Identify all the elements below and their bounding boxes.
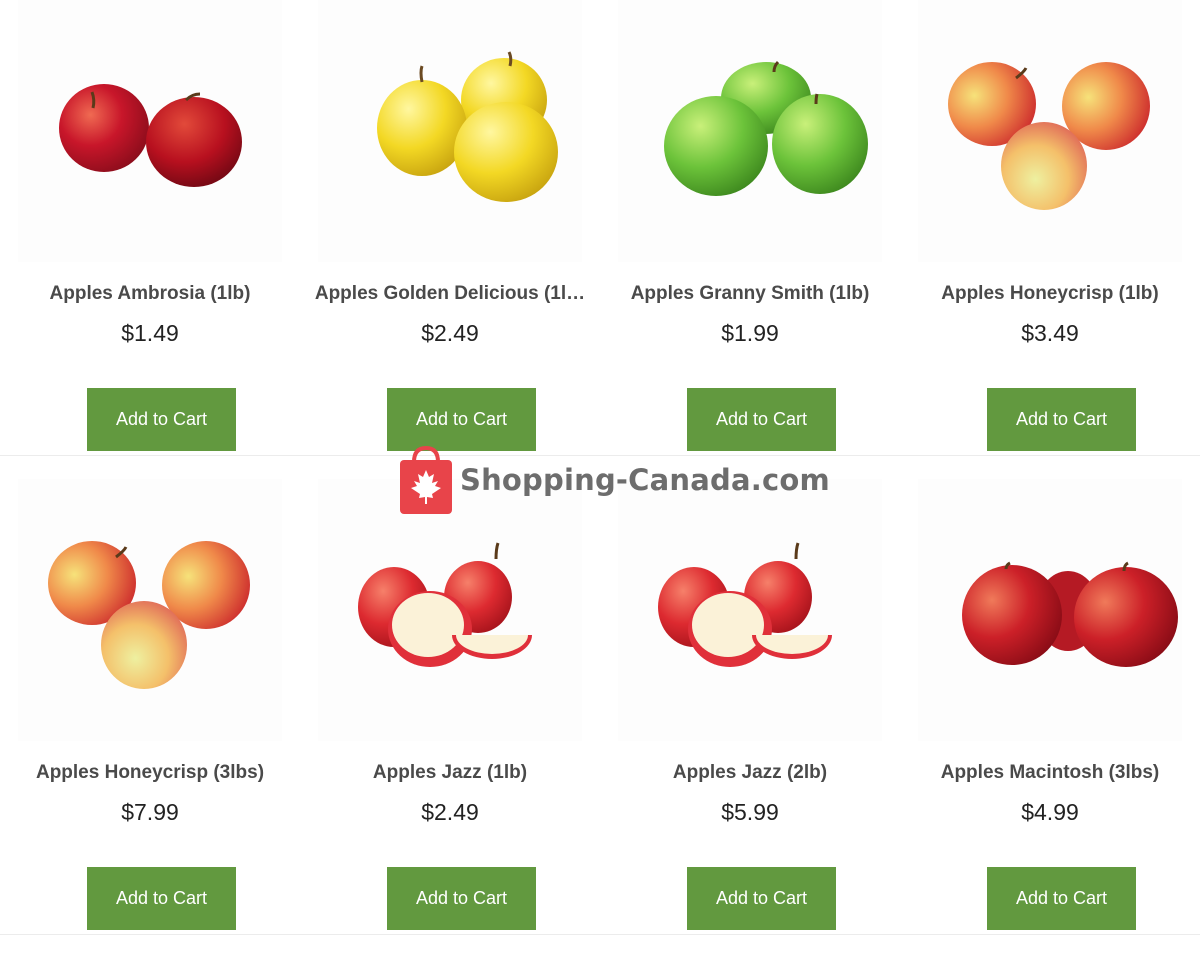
add-to-cart-button[interactable]: Add to Cart — [987, 388, 1136, 451]
add-to-cart-button[interactable]: Add to Cart — [87, 867, 236, 930]
add-to-cart-button[interactable]: Add to Cart — [387, 388, 536, 451]
product-price: $1.99 — [721, 320, 779, 346]
product-image-sliced-red-apples[interactable] — [318, 479, 582, 741]
product-name[interactable]: Apples Granny Smith (1lb) — [600, 283, 900, 305]
product-name[interactable]: Apples Honeycrisp (1lb) — [900, 283, 1200, 305]
product-price: $7.99 — [121, 799, 179, 825]
product-card: Apples Honeycrisp (3lbs) $7.99 Add to Ca… — [0, 479, 300, 934]
product-name[interactable]: Apples Honeycrisp (3lbs) — [0, 762, 300, 784]
product-card: Apples Jazz (2lb) $5.99 Add to Cart — [600, 479, 900, 934]
product-image-green-apples-trio[interactable] — [618, 0, 882, 262]
product-card: Apples Golden Delicious (1l… $2.49 Add t… — [300, 0, 600, 455]
product-price: $3.49 — [1021, 320, 1079, 346]
product-image-red-apples-trio[interactable] — [918, 479, 1182, 741]
watermark: Shopping-Canada.com — [398, 444, 830, 516]
add-to-cart-button[interactable]: Add to Cart — [987, 867, 1136, 930]
product-card: Apples Granny Smith (1lb) $1.99 Add to C… — [600, 0, 900, 455]
product-name[interactable]: Apples Ambrosia (1lb) — [0, 283, 300, 305]
product-image-honeycrisp-apples-trio[interactable] — [918, 0, 1182, 262]
product-card: Apples Jazz (1lb) $2.49 Add to Cart — [300, 479, 600, 934]
product-price: $4.99 — [1021, 799, 1079, 825]
add-to-cart-button[interactable]: Add to Cart — [687, 867, 836, 930]
product-card: Apples Macintosh (3lbs) $4.99 Add to Car… — [900, 479, 1200, 934]
product-name[interactable]: Apples Macintosh (3lbs) — [900, 762, 1200, 784]
add-to-cart-button[interactable]: Add to Cart — [87, 388, 236, 451]
product-row: Apples Honeycrisp (3lbs) $7.99 Add to Ca… — [0, 479, 1200, 935]
product-card: Apples Honeycrisp (1lb) $3.49 Add to Car… — [900, 0, 1200, 455]
product-image-sliced-red-apples[interactable] — [618, 479, 882, 741]
shopping-bag-maple-leaf-icon — [400, 445, 452, 514]
product-price: $5.99 — [721, 799, 779, 825]
product-image-honeycrisp-apples-trio[interactable] — [18, 479, 282, 741]
product-image-yellow-apples-trio[interactable] — [318, 0, 582, 262]
product-image-red-apples-pair[interactable] — [18, 0, 282, 262]
product-name[interactable]: Apples Jazz (2lb) — [600, 762, 900, 784]
product-name[interactable]: Apples Jazz (1lb) — [300, 762, 600, 784]
product-price: $2.49 — [421, 320, 479, 346]
add-to-cart-button[interactable]: Add to Cart — [687, 388, 836, 451]
product-price: $1.49 — [121, 320, 179, 346]
product-row: Apples Ambrosia (1lb) $1.49 Add to Cart … — [0, 0, 1200, 456]
product-price: $2.49 — [421, 799, 479, 825]
product-card: Apples Ambrosia (1lb) $1.49 Add to Cart — [0, 0, 300, 455]
product-name[interactable]: Apples Golden Delicious (1l… — [300, 283, 600, 305]
watermark-text: Shopping-Canada.com — [460, 463, 830, 497]
add-to-cart-button[interactable]: Add to Cart — [387, 867, 536, 930]
